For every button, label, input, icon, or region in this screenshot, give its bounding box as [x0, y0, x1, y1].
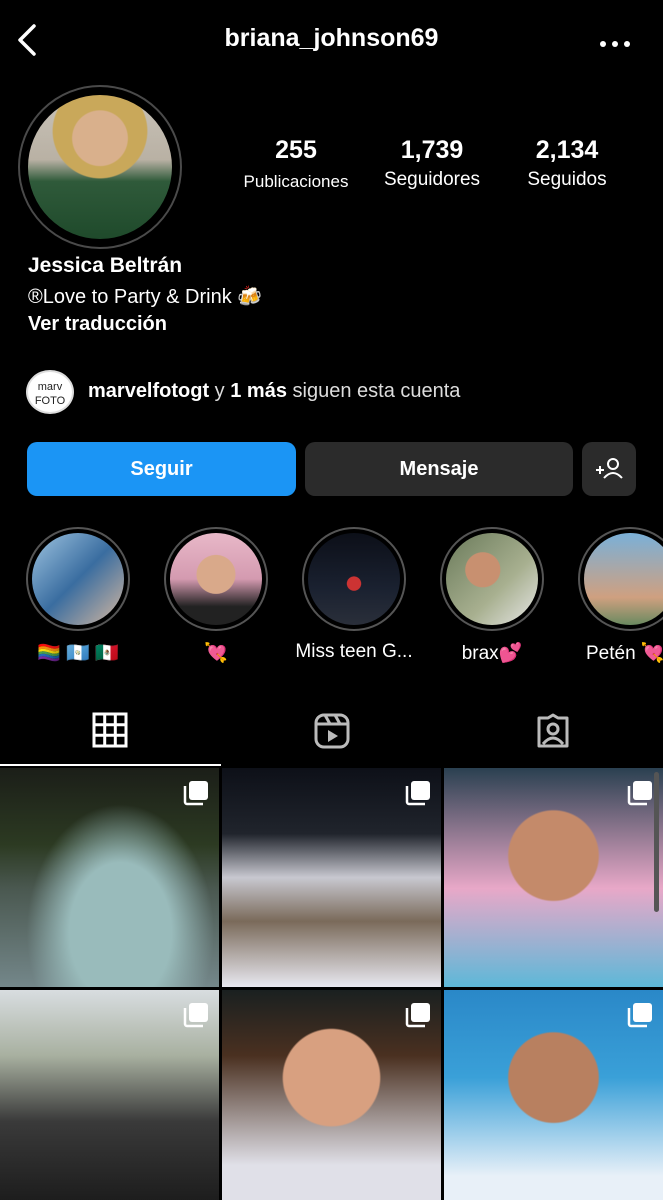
highlight-cover	[170, 533, 262, 625]
post-thumbnail[interactable]	[0, 768, 219, 987]
story-highlight[interactable]: brax💕	[438, 527, 546, 667]
stat-followers[interactable]: 1,739 Seguidores	[370, 136, 494, 191]
profile-tabs	[0, 704, 663, 766]
follower-username: marvelfotogt	[88, 380, 210, 402]
tab-reels[interactable]	[221, 704, 442, 766]
message-button[interactable]: Mensaje	[305, 442, 573, 496]
followed-by-connector: y	[209, 380, 231, 402]
see-translation-link[interactable]: Ver traducción	[28, 313, 167, 336]
carousel-icon	[405, 1003, 430, 1028]
more-options-icon[interactable]	[598, 36, 632, 47]
stat-following[interactable]: 2,134 Seguidos	[510, 136, 624, 191]
story-highlight[interactable]: 💘	[162, 527, 270, 667]
stat-posts[interactable]: 255 Publicaciones	[230, 136, 362, 192]
carousel-icon	[627, 1003, 652, 1028]
highlight-caption: brax💕	[461, 643, 523, 664]
story-highlight[interactable]: Miss teen G...	[295, 527, 413, 667]
highlight-caption: Miss teen G...	[295, 641, 413, 662]
add-person-icon	[596, 458, 623, 479]
stat-followers-label: Seguidores	[383, 169, 481, 190]
followed-by-suffix: siguen esta cuenta	[286, 380, 461, 402]
highlight-caption: 🏳️‍🌈 🇬🇹 🇲🇽	[37, 643, 119, 664]
story-highlight[interactable]: 🏳️‍🌈 🇬🇹 🇲🇽	[24, 527, 132, 667]
highlight-cover	[446, 533, 538, 625]
profile-display-name: Jessica Beltrán	[28, 254, 183, 277]
followed-by-more: 1 más	[230, 380, 287, 402]
profile-username: briana_johnson69	[224, 24, 439, 52]
reels-icon	[314, 713, 350, 749]
profile-bio: ®Love to Party & Drink 🍻	[28, 286, 263, 308]
highlight-caption: Petén 💘	[586, 643, 663, 664]
stat-following-label: Seguidos	[527, 169, 607, 190]
tagged-icon	[537, 713, 569, 748]
highlight-caption: 💘	[204, 643, 228, 664]
follow-button[interactable]: Seguir	[27, 442, 296, 496]
profile-avatar[interactable]	[28, 95, 172, 239]
carousel-icon	[627, 781, 652, 806]
highlight-cover	[32, 533, 124, 625]
post-thumbnail[interactable]	[0, 990, 219, 1200]
post-thumbnail[interactable]	[444, 990, 663, 1200]
followed-by-text: marvelfotogt y 1 más siguen esta cuenta	[88, 380, 460, 403]
grid-icon	[92, 712, 128, 748]
tab-posts[interactable]	[0, 704, 221, 766]
followed-by-row[interactable]: marv FOTO marvelfotogt y 1 más siguen es…	[26, 368, 646, 416]
top-bar: briana_johnson69	[0, 0, 663, 80]
post-thumbnail[interactable]	[222, 990, 441, 1200]
stat-posts-count: 255	[275, 136, 317, 164]
carousel-icon	[183, 781, 208, 806]
post-thumbnail[interactable]	[222, 768, 441, 987]
profile-stats: 255 Publicaciones 1,739 Seguidores 2,134…	[230, 136, 630, 196]
scrollbar[interactable]	[654, 772, 659, 912]
stat-posts-label: Publicaciones	[243, 172, 349, 191]
carousel-icon	[183, 1003, 208, 1028]
stat-following-count: 2,134	[535, 136, 599, 164]
suggested-users-button[interactable]	[582, 442, 636, 496]
tab-tagged[interactable]	[442, 704, 663, 766]
stat-followers-count: 1,739	[400, 136, 464, 164]
post-thumbnail[interactable]	[444, 768, 663, 987]
highlight-cover	[308, 533, 400, 625]
story-highlight[interactable]: Petén 💘	[576, 527, 663, 667]
carousel-icon	[405, 781, 430, 806]
follower-avatar: marv FOTO	[26, 370, 74, 414]
